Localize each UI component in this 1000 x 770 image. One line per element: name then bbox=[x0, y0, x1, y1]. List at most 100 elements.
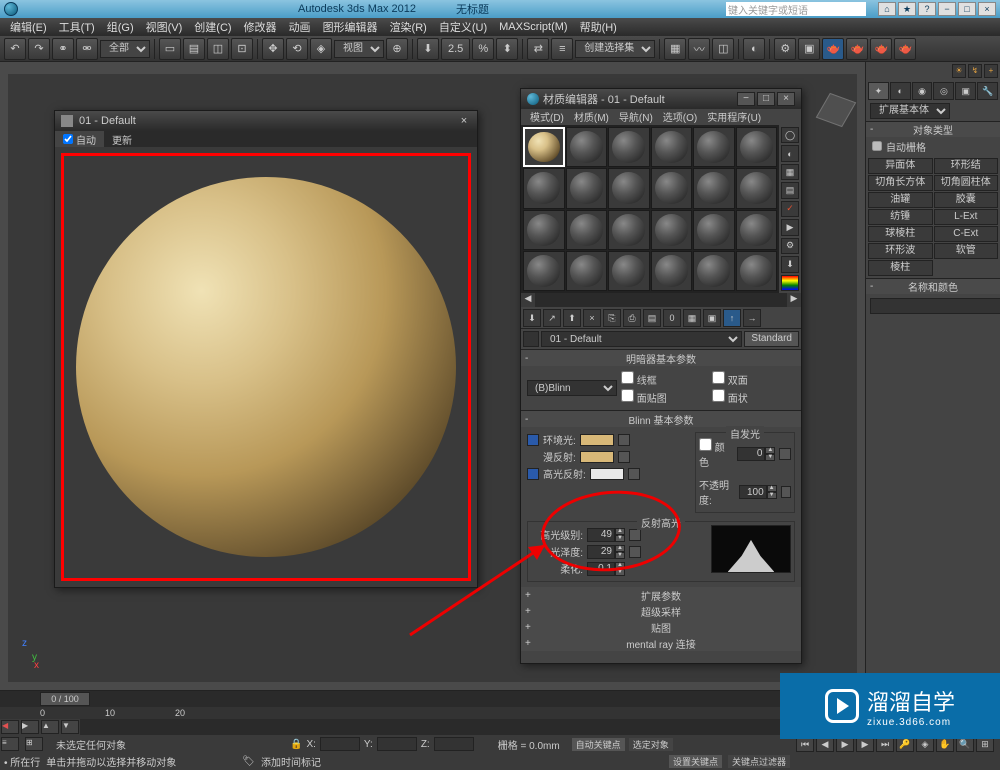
geometry-type-dd[interactable]: 扩展基本体 bbox=[870, 103, 950, 119]
teapot2-icon[interactable]: 🫖 bbox=[870, 38, 892, 60]
menu-customize[interactable]: 自定义(U) bbox=[433, 19, 493, 35]
backlight-button[interactable]: ◐ bbox=[781, 145, 799, 161]
preview-button[interactable]: ▶ bbox=[781, 219, 799, 235]
maximize-button[interactable]: □ bbox=[757, 92, 775, 106]
uv-tiling-button[interactable]: ▤ bbox=[781, 182, 799, 198]
display-tab[interactable]: ▣ bbox=[955, 82, 976, 100]
y-input[interactable] bbox=[377, 737, 417, 751]
material-slot[interactable] bbox=[693, 127, 735, 167]
app-icon[interactable] bbox=[4, 2, 18, 16]
copy-button[interactable]: ⎘ bbox=[603, 309, 621, 327]
minimize-button[interactable]: − bbox=[938, 2, 956, 16]
self-illum-spinner[interactable]: ▲▼ bbox=[737, 447, 775, 461]
close-button[interactable]: × bbox=[978, 2, 996, 16]
icon-btn[interactable]: ★ bbox=[898, 2, 916, 16]
preview-viewport[interactable] bbox=[61, 153, 471, 581]
lock-icon[interactable] bbox=[527, 434, 539, 446]
unlink-button[interactable]: ⚮ bbox=[76, 38, 98, 60]
menu-render[interactable]: 渲染(R) bbox=[384, 19, 433, 35]
mat-menu-options[interactable]: 选项(O) bbox=[658, 109, 702, 125]
create-object-button[interactable]: 胶囊 bbox=[934, 192, 999, 208]
link-button[interactable]: ⚭ bbox=[52, 38, 74, 60]
menu-animation[interactable]: 动画 bbox=[283, 19, 317, 35]
diffuse-swatch[interactable] bbox=[580, 451, 614, 463]
material-slot[interactable] bbox=[523, 251, 565, 291]
soften-spinner[interactable]: ▲▼ bbox=[587, 562, 625, 576]
menu-modifiers[interactable]: 修改器 bbox=[238, 19, 283, 35]
select-region-button[interactable]: ◫ bbox=[207, 38, 229, 60]
gloss-map[interactable] bbox=[629, 546, 641, 558]
mat-menu-material[interactable]: 材质(M) bbox=[569, 109, 614, 125]
utilities-tab[interactable]: 🔧 bbox=[977, 82, 998, 100]
shader-rollout-header[interactable]: - 明暗器基本参数 bbox=[521, 350, 801, 366]
create-object-button[interactable]: 环形波 bbox=[868, 243, 933, 259]
set-key-button[interactable]: 设置关键点 bbox=[669, 755, 722, 768]
material-slot[interactable] bbox=[608, 127, 650, 167]
create-object-button[interactable]: 切角长方体 bbox=[868, 175, 933, 191]
plus-icon[interactable]: + bbox=[984, 64, 998, 78]
icon-btn[interactable]: ? bbox=[918, 2, 936, 16]
teapot3-icon[interactable]: 🫖 bbox=[894, 38, 916, 60]
object-name-input[interactable] bbox=[870, 298, 1000, 314]
auto-key-button[interactable]: 自动关键点 bbox=[572, 738, 625, 751]
menu-maxscript[interactable]: MAXScript(M) bbox=[493, 21, 573, 33]
material-slot[interactable] bbox=[523, 210, 565, 250]
track-btn[interactable]: ◀ bbox=[1, 720, 19, 734]
material-editor-titlebar[interactable]: 材质编辑器 - 01 - Default − □ × bbox=[521, 89, 801, 109]
help-search-input[interactable]: 键入关键字或短语 bbox=[726, 2, 866, 16]
light-icon[interactable]: ☀ bbox=[952, 64, 966, 78]
go-forward-button[interactable]: → bbox=[743, 309, 761, 327]
minitrack-btn[interactable]: ≡ bbox=[1, 737, 19, 751]
pick-material-button[interactable] bbox=[523, 331, 539, 347]
material-slot[interactable] bbox=[651, 127, 693, 167]
specular-map[interactable] bbox=[628, 468, 640, 480]
put-to-lib-button[interactable]: ▤ bbox=[643, 309, 661, 327]
material-name-dd[interactable]: 01 - Default bbox=[541, 331, 742, 347]
reset-button[interactable]: × bbox=[583, 309, 601, 327]
menu-help[interactable]: 帮助(H) bbox=[574, 19, 623, 35]
select-by-mat-button[interactable]: ⬇ bbox=[781, 256, 799, 272]
scale-button[interactable]: ◈ bbox=[310, 38, 332, 60]
angle-snap-button[interactable]: 2.5 bbox=[441, 38, 470, 60]
material-slot[interactable] bbox=[566, 127, 608, 167]
maximize-button[interactable]: □ bbox=[958, 2, 976, 16]
show-end-button[interactable]: ▣ bbox=[703, 309, 721, 327]
maps-rollout[interactable]: +贴图 bbox=[521, 619, 801, 635]
material-slot[interactable] bbox=[693, 168, 735, 208]
curve-editor-button[interactable]: 〰 bbox=[688, 38, 710, 60]
minitrack-btn[interactable]: ⊞ bbox=[25, 737, 43, 751]
create-object-button[interactable]: 环形结 bbox=[934, 158, 999, 174]
material-slot[interactable] bbox=[736, 251, 778, 291]
create-object-button[interactable]: L-Ext bbox=[934, 209, 999, 225]
render-button[interactable]: 🫖 bbox=[822, 38, 844, 60]
material-slot[interactable] bbox=[566, 168, 608, 208]
show-in-vp-button[interactable]: ▦ bbox=[683, 309, 701, 327]
material-slot[interactable] bbox=[651, 168, 693, 208]
shader-dd[interactable]: (B)Blinn bbox=[527, 380, 617, 396]
select-button[interactable]: ▭ bbox=[159, 38, 181, 60]
move-button[interactable]: ✥ bbox=[262, 38, 284, 60]
preview-titlebar[interactable]: 01 - Default × bbox=[55, 111, 477, 131]
sel-set-button[interactable]: 选定对象 bbox=[629, 738, 673, 751]
time-handle[interactable]: 0 / 100 bbox=[40, 692, 90, 706]
unique-button[interactable]: ⎙ bbox=[623, 309, 641, 327]
material-slot[interactable] bbox=[566, 210, 608, 250]
object-types-header[interactable]: -对象类型 bbox=[866, 121, 1000, 137]
track-btn[interactable]: ▲ bbox=[41, 720, 59, 734]
select-name-button[interactable]: ▤ bbox=[183, 38, 205, 60]
render-frame-button[interactable]: ▣ bbox=[798, 38, 820, 60]
x-input[interactable] bbox=[320, 737, 360, 751]
go-parent-button[interactable]: ↑ bbox=[723, 309, 741, 327]
opacity-map[interactable] bbox=[781, 486, 791, 498]
material-slot[interactable] bbox=[566, 251, 608, 291]
material-slot[interactable] bbox=[693, 251, 735, 291]
pivot-button[interactable]: ⊕ bbox=[386, 38, 408, 60]
menu-graph[interactable]: 图形编辑器 bbox=[317, 19, 384, 35]
scroll-track[interactable] bbox=[535, 293, 787, 307]
options-button[interactable]: ⚙ bbox=[781, 238, 799, 254]
auto-checkbox[interactable] bbox=[63, 134, 73, 144]
material-slot[interactable] bbox=[651, 210, 693, 250]
lock-icon[interactable]: ↯ bbox=[968, 64, 982, 78]
material-slot[interactable] bbox=[608, 210, 650, 250]
gloss-spinner[interactable]: ▲▼ bbox=[587, 545, 625, 559]
